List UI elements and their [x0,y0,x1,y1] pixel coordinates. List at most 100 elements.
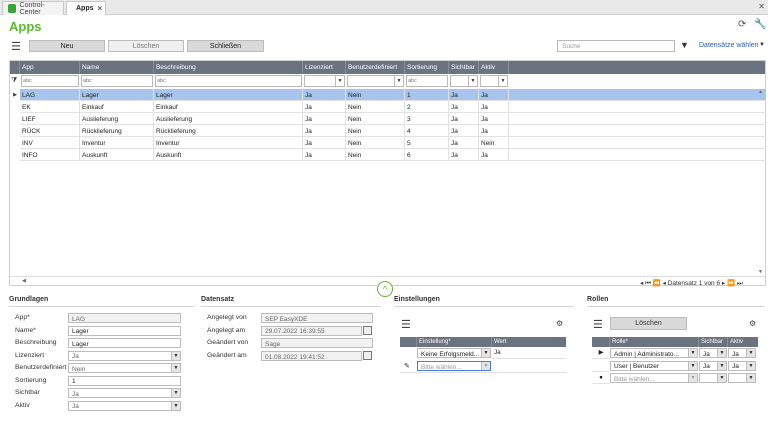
row-selector[interactable] [10,113,20,125]
column-header-visible[interactable]: Sichtbar [449,61,479,74]
cell-custom[interactable]: Nein [346,101,405,113]
cell-sorting[interactable]: 6 [405,149,449,161]
collapse-toggle-icon[interactable]: ^ [377,281,393,297]
cell-sorting[interactable]: 1 [405,89,449,101]
cell-active[interactable]: Nein [479,137,509,149]
column-header-role-visible[interactable]: Sichtbar [699,337,728,347]
cell-licensed[interactable]: Ja [303,101,346,113]
cell-visible[interactable]: Ja [449,89,479,101]
column-header-role-active[interactable]: Aktiv [728,337,758,347]
menu-icon[interactable]: ☰ [11,40,21,53]
select-records-link[interactable]: Datensätze wählen [699,42,759,49]
menu-icon[interactable]: ☰ [593,318,603,331]
cell-app[interactable]: LAG [20,89,80,101]
cell-description[interactable]: Einkauf [154,101,303,113]
cell-app[interactable]: INV [20,137,80,149]
cell-visible[interactable]: Ja [449,125,479,137]
filter-name[interactable]: abc [81,75,153,87]
cell-name[interactable]: Einkauf [80,101,154,113]
column-header-setting[interactable]: Einstellung* [417,337,492,347]
cell-licensed[interactable]: Ja [303,137,346,149]
setting-select[interactable]: Keine Erfolgsmeld... ▼ [417,348,491,358]
filter-visible[interactable]: ▼ [450,75,478,87]
cell-description[interactable]: Auslieferung [154,113,303,125]
column-header-role[interactable]: Rolle* [610,337,699,347]
cell-licensed[interactable]: Ja [303,89,346,101]
tab-control-center[interactable]: Control-Center [2,1,64,16]
filter-active[interactable]: ▼ [480,75,508,87]
cell-custom[interactable]: Nein [346,125,405,137]
field-select[interactable]: Ja ▼ [68,388,181,398]
row-selector[interactable]: ▶ [592,347,610,359]
scroll-up-icon[interactable]: ▲ [758,89,763,95]
cell-app[interactable]: RÜCK [20,125,80,137]
cell-active[interactable]: Ja [479,125,509,137]
row-selector[interactable] [10,101,20,113]
filter-licensed[interactable]: ▼ [304,75,345,87]
column-header-name[interactable]: Name [80,61,154,74]
role-active-select[interactable]: ▼ [728,373,756,383]
role-visible-select[interactable]: Ja ▼ [699,360,727,371]
pager-next-icon[interactable]: ▸ ⏩ ⏭ [722,280,743,287]
scroll-down-icon[interactable]: ▼ [758,269,763,275]
pager-prev-icon[interactable]: ◂ ⏮ ⏪ ◂ [640,280,668,287]
setting-value-cell[interactable]: Ja [492,347,566,359]
field-select[interactable]: Ja ▼ [68,350,181,361]
cell-active[interactable]: Ja [479,89,509,101]
calendar-icon[interactable] [363,351,372,361]
calendar-icon[interactable] [363,325,372,335]
cell-app[interactable]: EK [20,101,80,113]
cell-description[interactable]: Inventur [154,137,303,149]
cell-description[interactable]: Rücklieferung [154,125,303,137]
filter-app[interactable]: abc [21,75,79,87]
field-input[interactable]: Lager [68,325,181,336]
wrench-icon[interactable]: 🔧 [754,19,766,30]
cell-sorting[interactable]: 2 [405,101,449,113]
gear-icon[interactable]: ⚙ [556,319,563,328]
role-visible-select[interactable]: Ja ▼ [699,348,727,358]
cell-active[interactable]: Ja [479,101,509,113]
table-row[interactable]: RÜCK Rücklieferung Rücklieferung Ja Nein 4 Ja J… [20,125,766,137]
cell-app[interactable]: INFO [20,149,80,161]
new-setting-select[interactable]: Bitte wählen... ▼ [417,361,491,371]
delete-role-button[interactable]: Löschen [610,317,687,330]
column-header-sorting[interactable]: Sortierung [405,61,449,74]
cell-custom[interactable]: Nein [346,149,405,161]
field-select[interactable]: Nein ▼ [68,363,181,373]
scroll-left-icon[interactable]: ◀ [22,278,26,284]
row-selector[interactable] [10,125,20,137]
table-row[interactable]: INV Inventur Inventur Ja Nein 5 Ja Nein [20,137,766,149]
row-selector[interactable] [10,149,20,161]
close-tab-icon[interactable]: × [98,4,103,13]
cell-visible[interactable]: Ja [449,113,479,125]
table-row[interactable]: LAG Lager Lager Ja Nein 1 Ja Ja [20,89,766,101]
filter-description[interactable]: abc [155,75,302,87]
refresh-icon[interactable]: ⟳ [738,19,746,30]
cell-active[interactable]: Ja [479,149,509,161]
row-selector[interactable] [592,360,610,372]
cell-description[interactable]: Lager [154,89,303,101]
row-selector[interactable]: ● [592,372,610,384]
column-header-description[interactable]: Beschreibung [154,61,303,74]
field-select[interactable]: Ja ▼ [68,400,181,411]
cell-app[interactable]: LIEF [20,113,80,125]
filter-sorting[interactable]: abc [406,75,448,87]
filter-icon[interactable]: ▼ [680,40,689,50]
column-header-app[interactable]: App [20,61,80,74]
field-input[interactable]: 1 [68,375,181,386]
cell-licensed[interactable]: Ja [303,113,346,125]
role-active-select[interactable]: Ja ▼ [728,348,756,358]
cell-visible[interactable]: Ja [449,137,479,149]
role-select[interactable]: Admin | Administrato... ▼ [610,348,698,358]
cell-custom[interactable]: Nein [346,113,405,125]
gear-icon[interactable]: ⚙ [749,319,756,328]
cell-custom[interactable]: Nein [346,89,405,101]
field-input[interactable]: Lager [68,338,181,348]
cell-sorting[interactable]: 3 [405,113,449,125]
cell-name[interactable]: Rücklieferung [80,125,154,137]
close-window-icon[interactable]: ✕ [758,2,765,11]
cell-licensed[interactable]: Ja [303,125,346,137]
tab-apps[interactable]: Apps × [66,1,106,15]
table-row[interactable]: LIEF Auslieferung Auslieferung Ja Nein 3 Ja Ja [20,113,766,125]
cell-visible[interactable]: Ja [449,149,479,161]
